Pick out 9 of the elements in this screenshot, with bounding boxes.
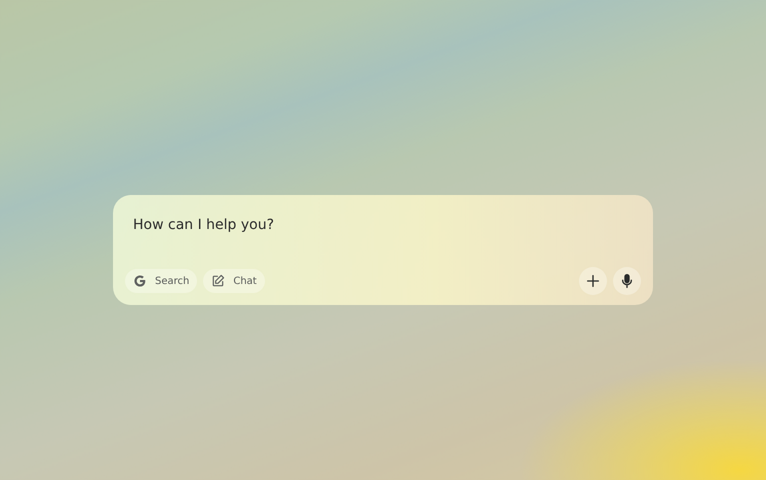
search-mode-button[interactable]: Search: [125, 269, 198, 293]
chat-mode-button[interactable]: Chat: [203, 269, 265, 293]
microphone-button[interactable]: [613, 267, 641, 295]
edit-icon: [211, 274, 226, 288]
plus-icon: [585, 273, 601, 289]
add-button[interactable]: [579, 267, 607, 295]
prompt-input[interactable]: How can I help you?: [133, 213, 533, 237]
microphone-icon: [619, 273, 635, 289]
google-g-icon: [133, 274, 147, 288]
